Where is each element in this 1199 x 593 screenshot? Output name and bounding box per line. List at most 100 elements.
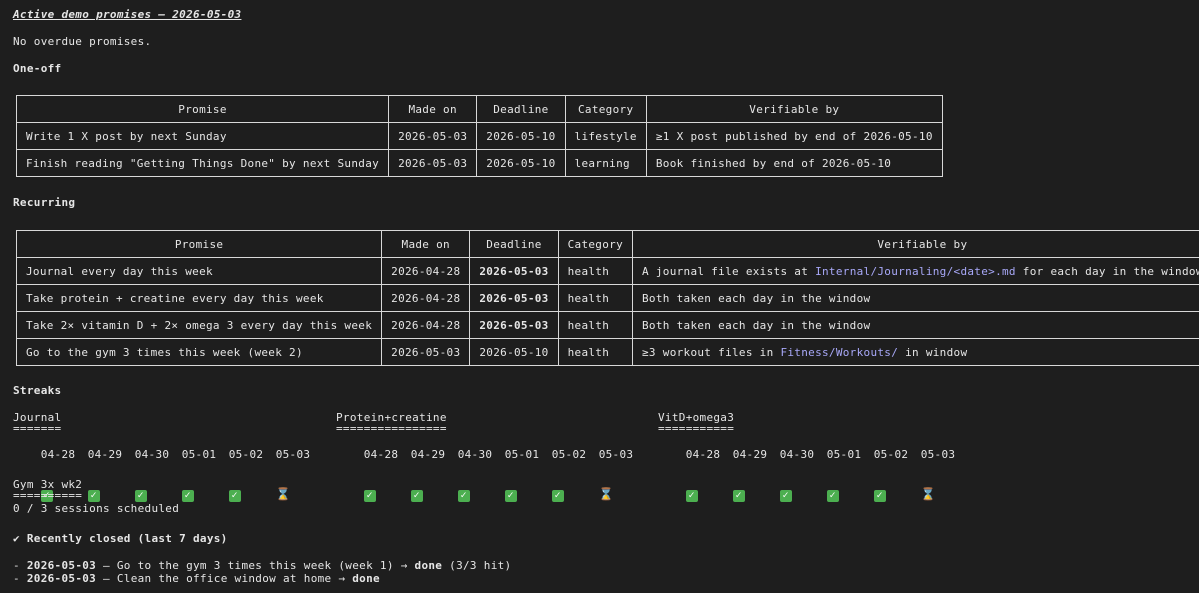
day-label: 04-28 (40, 448, 76, 461)
streak-status: ✓ ✓ ✓ ✓ ✓ ⌛ (658, 475, 968, 515)
header-made-on: Made on (388, 95, 478, 123)
verifiable-cell: ≥3 workout files in Fitness/Workouts/ in… (632, 338, 1199, 366)
section-streaks-label: Streaks (13, 384, 62, 397)
check-icon: ✓ (363, 490, 376, 502)
header-promise: Promise (15, 95, 390, 123)
category-cell: health (557, 284, 634, 312)
streak-status: ✓ ✓ ✓ ✓ ✓ ⌛ (336, 475, 646, 515)
table-row: Journal every day this week 2026-04-28 2… (15, 257, 1199, 285)
streak-gym: Gym 3x wk2 ========== 0 / 3 sessions sch… (13, 478, 179, 515)
promise-cell: Finish reading "Getting Things Done" by … (15, 149, 390, 177)
table-row: Go to the gym 3 times this week (week 2)… (15, 338, 1199, 366)
verifiable-text: in window (898, 345, 968, 359)
path-link[interactable]: Internal/Journaling/<date>.md (815, 265, 1016, 278)
deadline-cell: 2026-05-10 (476, 122, 566, 150)
streak-underline: ================ (336, 422, 447, 435)
closed-date: 2026-05-03 (26, 559, 97, 572)
verifiable-text: ≥3 workout files in (642, 345, 781, 359)
streak-underline: =========== (658, 422, 735, 435)
made-on-cell: 2026-04-28 (381, 311, 471, 339)
overdue-note: No overdue promises. (13, 35, 152, 48)
verifiable-cell: Book finished by end of 2026-05-10 (645, 149, 943, 177)
promise-cell: Go to the gym 3 times this week (week 2) (15, 338, 383, 366)
day-label: 05-03 (920, 448, 956, 461)
check-icon: ✓ (457, 490, 470, 502)
deadline-cell: 2026-05-10 (476, 149, 566, 177)
made-on-cell: 2026-05-03 (381, 338, 471, 366)
check-icon: ✓ (504, 490, 517, 502)
page-title: Active demo promises — 2026-05-03 (13, 8, 242, 21)
made-on-cell: 2026-04-28 (381, 257, 471, 285)
category-cell: health (557, 257, 634, 285)
section-recurring-label: Recurring (13, 196, 76, 209)
day-label: 05-01 (181, 448, 217, 461)
made-on-cell: 2026-04-28 (381, 284, 471, 312)
streak-underline: ========== (13, 489, 83, 502)
deadline-cell: 2026-05-10 (469, 338, 559, 366)
section-oneoff-label: One-off (13, 62, 62, 75)
closed-date: 2026-05-03 (26, 572, 97, 585)
verifiable-text: A journal file exists at (642, 264, 816, 278)
recurring-table: Promise Made on Deadline Category Verifi… (15, 230, 1199, 366)
table-row: Take 2× vitamin D + 2× omega 3 every day… (15, 311, 1199, 339)
list-item: - 2026-05-03 — Clean the office window a… (13, 572, 380, 585)
closed-result: done (414, 559, 443, 572)
deadline-cell: 2026-05-03 (469, 311, 559, 339)
header-deadline: Deadline (476, 95, 566, 123)
category-cell: health (557, 311, 634, 339)
promise-cell: Journal every day this week (15, 257, 383, 285)
check-icon: ✓ (873, 490, 886, 502)
header-verifiable: Verifiable by (645, 95, 943, 123)
category-cell: learning (564, 149, 647, 177)
day-label: 04-29 (87, 448, 123, 461)
verifiable-text: Both taken each day in the window (642, 291, 871, 305)
category-cell: health (557, 338, 634, 366)
header-promise: Promise (15, 230, 383, 258)
day-label: 05-02 (873, 448, 909, 461)
recently-closed-label: ✔ Recently closed (last 7 days) (13, 532, 228, 545)
streak-days: 04-28 04-29 04-30 05-01 05-02 05-03 (336, 435, 646, 474)
check-icon: ✓ (779, 490, 792, 502)
promise-cell: Take protein + creatine every day this w… (15, 284, 383, 312)
streak-protein-creatine: Protein+creatine ================ 04-28 0… (336, 411, 646, 515)
list-dash: - (13, 572, 27, 585)
path-link[interactable]: Fitness/Workouts/ (780, 346, 898, 359)
promise-cell: Take 2× vitamin D + 2× omega 3 every day… (15, 311, 383, 339)
header-verifiable: Verifiable by (632, 230, 1199, 258)
hourglass-icon: ⌛ (598, 487, 614, 501)
check-icon: ✓ (410, 490, 423, 502)
header-category: Category (557, 230, 634, 258)
deadline-cell: 2026-05-03 (469, 257, 559, 285)
header-made-on: Made on (381, 230, 471, 258)
day-label: 05-02 (228, 448, 264, 461)
day-label: 05-03 (598, 448, 634, 461)
list-dash: - (13, 559, 27, 572)
check-icon: ✓ (228, 490, 241, 502)
verifiable-cell: Both taken each day in the window (632, 311, 1199, 339)
check-icon: ✓ (685, 490, 698, 502)
streak-vitd-omega3: VitD+omega3 =========== 04-28 04-29 04-30 0… (658, 411, 968, 515)
table-row: Write 1 X post by next Sunday 2026-05-03… (15, 122, 943, 150)
verifiable-text: Both taken each day in the window (642, 318, 871, 332)
streak-days: 04-28 04-29 04-30 05-01 05-02 05-03 (658, 435, 968, 474)
day-label: 04-28 (363, 448, 399, 461)
verifiable-cell: Both taken each day in the window (632, 284, 1199, 312)
verifiable-cell: A journal file exists at Internal/Journa… (632, 257, 1199, 285)
category-cell: lifestyle (564, 122, 647, 150)
verifiable-text: for each day in the window (1015, 264, 1199, 278)
hourglass-icon: ⌛ (920, 487, 936, 501)
promise-cell: Write 1 X post by next Sunday (15, 122, 390, 150)
day-label: 04-30 (134, 448, 170, 461)
closed-extra: (3/3 hit) (442, 559, 512, 572)
day-label: 05-01 (504, 448, 540, 461)
table-row: Finish reading "Getting Things Done" by … (15, 149, 943, 177)
streak-underline: ======= (13, 422, 62, 435)
day-label: 05-01 (826, 448, 862, 461)
made-on-cell: 2026-05-03 (388, 149, 478, 177)
day-label: 04-29 (410, 448, 446, 461)
closed-result: done (352, 572, 380, 585)
day-label: 05-03 (275, 448, 311, 461)
made-on-cell: 2026-05-03 (388, 122, 478, 150)
list-item: - 2026-05-03 — Go to the gym 3 times thi… (13, 559, 511, 572)
day-label: 04-28 (685, 448, 721, 461)
